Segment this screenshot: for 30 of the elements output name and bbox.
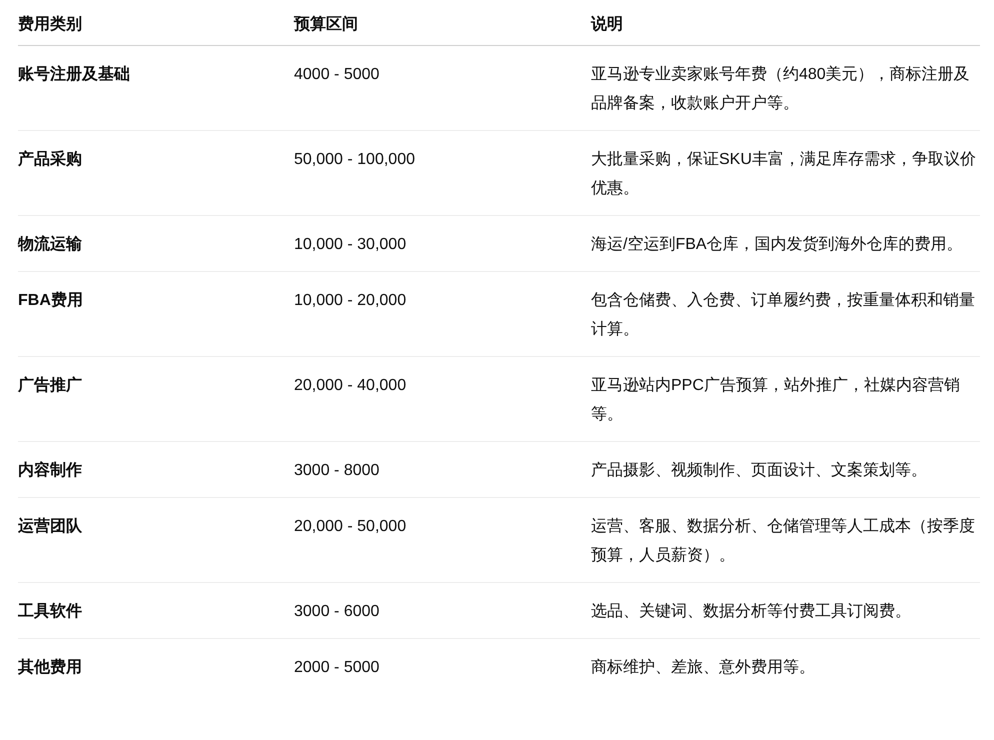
column-header: 费用类别 bbox=[18, 0, 294, 46]
table-cell: 3000 - 6000 bbox=[294, 582, 591, 638]
table-cell: 海运/空运到FBA仓库，国内发货到海外仓库的费用。 bbox=[591, 216, 980, 272]
table-cell: 商标维护、差旅、意外费用等。 bbox=[591, 638, 980, 694]
table-cell: 运营、客服、数据分析、仓储管理等人工成本（按季度预算，人员薪资）。 bbox=[591, 498, 980, 582]
table-cell: 工具软件 bbox=[18, 582, 294, 638]
table-cell: 亚马逊专业卖家账号年费（约480美元），商标注册及品牌备案，收款账户开户等。 bbox=[591, 46, 980, 130]
table-cell: 物流运输 bbox=[18, 216, 294, 272]
table-cell: 10,000 - 20,000 bbox=[294, 272, 591, 356]
table-cell: 包含仓储费、入仓费、订单履约费，按重量体积和销量计算。 bbox=[591, 272, 980, 356]
table-cell: 产品摄影、视频制作、页面设计、文案策划等。 bbox=[591, 442, 980, 498]
table-cell: 2000 - 5000 bbox=[294, 638, 591, 694]
table-cell: 亚马逊站内PPC广告预算，站外推广，社媒内容营销等。 bbox=[591, 356, 980, 442]
table-cell: 10,000 - 30,000 bbox=[294, 216, 591, 272]
table-cell: 20,000 - 50,000 bbox=[294, 498, 591, 582]
table-cell: 3000 - 8000 bbox=[294, 442, 591, 498]
table-cell: 账号注册及基础 bbox=[18, 46, 294, 130]
table-cell: FBA费用 bbox=[18, 272, 294, 356]
table-cell: 选品、关键词、数据分析等付费工具订阅费。 bbox=[591, 582, 980, 638]
column-header: 预算区间 bbox=[294, 0, 591, 46]
table-cell: 广告推广 bbox=[18, 356, 294, 442]
table-cell: 内容制作 bbox=[18, 442, 294, 498]
table-cell: 其他费用 bbox=[18, 638, 294, 694]
table-cell: 运营团队 bbox=[18, 498, 294, 582]
table-cell: 产品采购 bbox=[18, 130, 294, 216]
table-cell: 4000 - 5000 bbox=[294, 46, 591, 130]
table-cell: 大批量采购，保证SKU丰富，满足库存需求，争取议价优惠。 bbox=[591, 130, 980, 216]
table-cell: 20,000 - 40,000 bbox=[294, 356, 591, 442]
column-header: 说明 bbox=[591, 0, 980, 46]
table-cell: 50,000 - 100,000 bbox=[294, 130, 591, 216]
